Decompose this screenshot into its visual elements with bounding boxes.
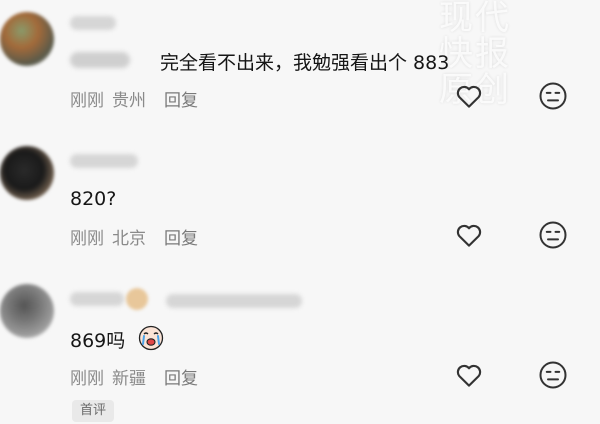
timestamp: 刚刚 (70, 369, 104, 389)
like-icon[interactable] (454, 81, 484, 111)
location: 新疆 (112, 369, 146, 389)
dislike-icon[interactable] (538, 81, 568, 111)
badge-emoji-blurred (126, 288, 148, 310)
comment-meta: 刚刚 北京 回复 (70, 224, 198, 249)
comment-text: 869吗 (70, 326, 125, 353)
dislike-icon[interactable] (538, 360, 568, 390)
location: 北京 (112, 229, 146, 249)
user-tag-blurred (166, 294, 302, 308)
comment-meta: 刚刚 新疆 回复 (70, 364, 198, 389)
comment-meta: 刚刚 贵州 回复 (70, 86, 198, 111)
reply-button[interactable]: 回复 (164, 229, 198, 249)
reply-button[interactable]: 回复 (164, 91, 198, 111)
blurred-text (70, 52, 130, 68)
dislike-icon[interactable] (538, 220, 568, 250)
username-blurred[interactable] (70, 292, 124, 306)
comment-text: 完全看不出来，我勉强看出个 883 (160, 52, 450, 74)
first-comment-badge: 首评 (72, 400, 115, 422)
like-icon[interactable] (454, 220, 484, 250)
timestamp: 刚刚 (70, 91, 104, 111)
username-blurred[interactable] (70, 154, 138, 168)
avatar[interactable] (0, 12, 54, 66)
avatar[interactable] (0, 284, 54, 338)
location: 贵州 (112, 91, 146, 111)
comment-1: 完全看不出来，我勉强看出个 883 刚刚 贵州 回复 (0, 0, 600, 130)
comment-text-content: 869吗 (70, 330, 126, 352)
reply-button[interactable]: 回复 (164, 369, 198, 389)
like-icon[interactable] (454, 360, 484, 390)
avatar[interactable] (0, 146, 54, 200)
username-blurred[interactable] (70, 16, 116, 30)
comment-2: 820? 刚刚 北京 回复 (0, 140, 600, 270)
comment-text: 820? (70, 188, 117, 210)
timestamp: 刚刚 (70, 229, 104, 249)
crying-face-icon (138, 325, 164, 351)
